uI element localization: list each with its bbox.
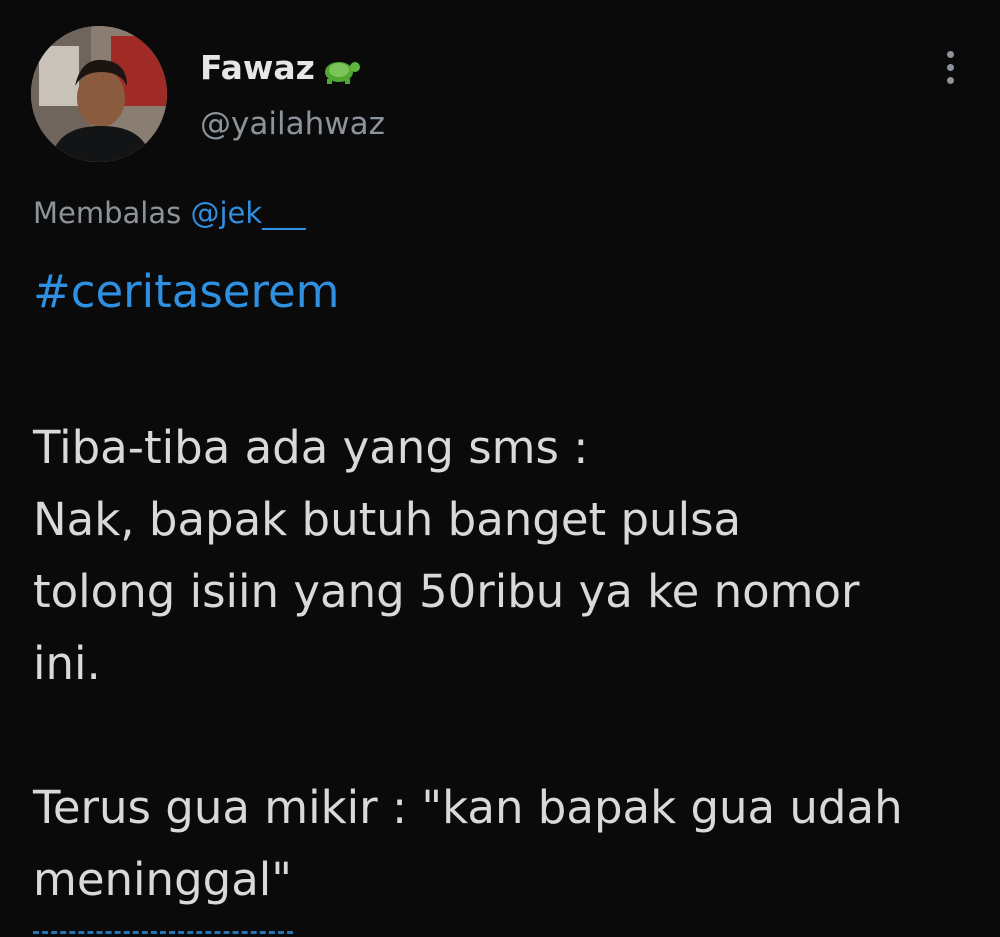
hashtag-link[interactable]: #ceritaserem	[33, 265, 340, 318]
truncated-link[interactable]	[33, 926, 293, 937]
vertical-ellipsis-icon	[947, 51, 954, 58]
reply-mention-link[interactable]: @jek___	[190, 196, 305, 230]
display-name[interactable]: Fawaz	[200, 48, 363, 87]
reply-prefix: Membalas	[33, 196, 191, 230]
tweet: Fawaz @yailahwaz Membalas @jek___ #cerit…	[0, 0, 1000, 937]
vertical-ellipsis-icon	[947, 77, 954, 84]
more-options-button[interactable]	[934, 48, 966, 88]
reply-context: Membalas @jek___	[33, 196, 306, 230]
avatar[interactable]	[31, 26, 167, 162]
display-name-text: Fawaz	[200, 48, 315, 87]
vertical-ellipsis-icon	[947, 64, 954, 71]
tweet-body: Tiba-tiba ada yang sms : Nak, bapak butu…	[33, 421, 903, 906]
avatar-photo	[31, 26, 167, 162]
user-handle[interactable]: @yailahwaz	[200, 106, 385, 142]
turtle-emoji-icon	[319, 50, 363, 86]
